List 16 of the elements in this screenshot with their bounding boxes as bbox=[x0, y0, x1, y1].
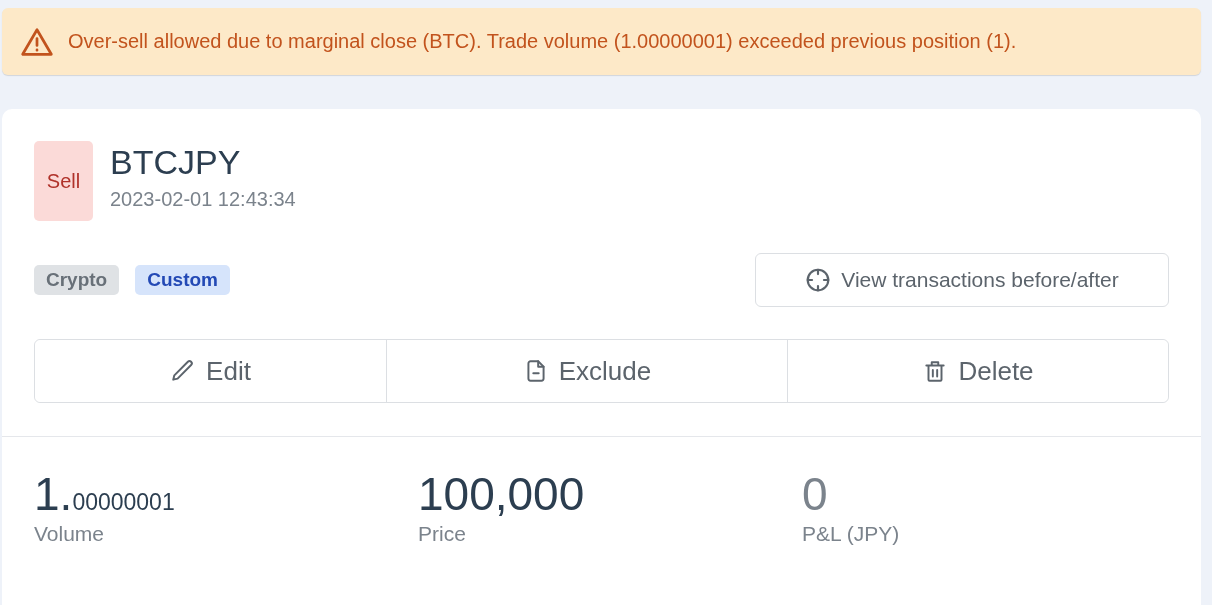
action-button[interactable]: Delete bbox=[787, 340, 1168, 402]
stat-value: 0 bbox=[802, 469, 829, 520]
warning-message: Over-sell allowed due to marginal close (BTC). Trade volume (1.00000001) exceeded previous position (1). bbox=[68, 30, 1017, 53]
trade-symbol: BTCJPY bbox=[110, 143, 242, 182]
stat-value: 1.00000001 bbox=[34, 469, 176, 520]
trade-timestamp: 2023-02-01 12:43:34 bbox=[110, 188, 296, 211]
tag: Crypto bbox=[34, 265, 120, 295]
crosshair-icon bbox=[805, 267, 832, 293]
tag: Custom bbox=[135, 265, 230, 295]
side-badge: Sell bbox=[34, 141, 93, 221]
stat-label: P&L (JPY) bbox=[802, 521, 901, 546]
stat-label: Price bbox=[418, 521, 467, 546]
view-transactions-button[interactable]: View transactions before/after bbox=[755, 253, 1169, 307]
stat-value: 100,000 bbox=[418, 469, 586, 520]
stat-label: Volume bbox=[34, 521, 106, 546]
warning-icon bbox=[20, 26, 54, 57]
